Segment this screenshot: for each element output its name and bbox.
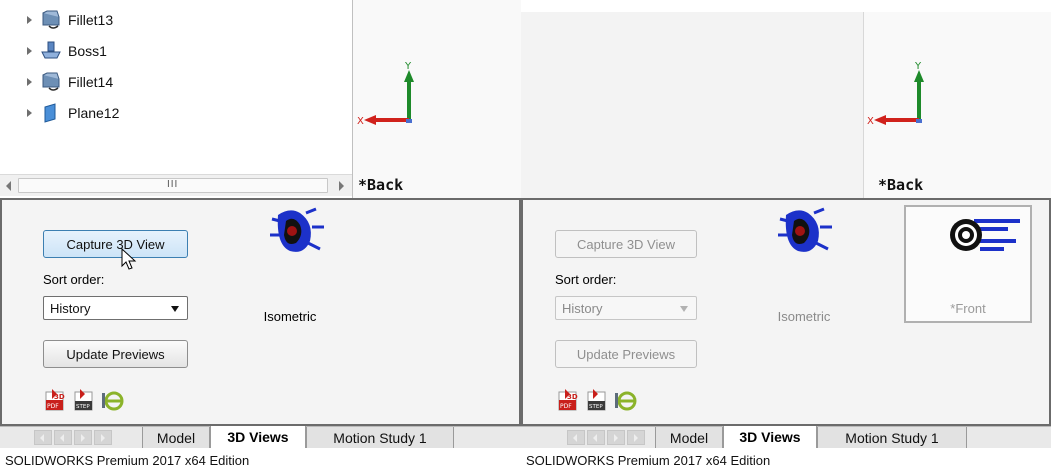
tab-model[interactable]: Model	[655, 427, 723, 449]
tree-item-label: Plane12	[68, 105, 120, 121]
update-previews-button[interactable]: Update Previews	[555, 340, 697, 368]
right-solidworks-window: Y X *Back Capture 3D View Sort order: Hi…	[521, 0, 1051, 473]
scroll-left-icon[interactable]	[6, 181, 11, 191]
view-orientation-label: *Back	[358, 176, 404, 194]
reference-triad: Y X	[867, 60, 937, 130]
tree-item-label: Fillet13	[68, 12, 114, 28]
view-thumbnail-caption: *Front	[950, 301, 986, 316]
last-tab-icon[interactable]	[627, 430, 645, 445]
tab-navigation	[567, 430, 645, 445]
plane-icon	[40, 102, 62, 124]
tree-item-fillet14[interactable]: Fillet14	[0, 67, 113, 97]
step-export-icon[interactable]: STEP	[585, 388, 609, 412]
x-axis-label: X	[867, 116, 874, 127]
reference-triad: Y X	[357, 60, 427, 130]
first-tab-icon[interactable]	[567, 430, 585, 445]
tree-item-label: Fillet14	[68, 74, 114, 90]
status-bar: SOLIDWORKS Premium 2017 x64 Edition	[521, 448, 1051, 473]
feature-tree: Fillet13 Boss1 Fillet14 Plane12 III	[0, 0, 352, 196]
step-export-icon[interactable]: STEP	[72, 388, 96, 412]
mouse-cursor-icon	[121, 248, 137, 270]
horizontal-scrollbar[interactable]: III	[0, 174, 352, 196]
graphics-viewport[interactable]: Y X *Back	[353, 0, 521, 198]
view-thumbnail-caption: Isometric	[777, 309, 831, 324]
sort-order-label: Sort order:	[43, 272, 105, 287]
fillet-icon	[40, 71, 62, 93]
expand-arrow-icon[interactable]	[26, 16, 34, 24]
view-thumbnail-caption: Isometric	[263, 309, 317, 324]
tab-navigation	[34, 430, 112, 445]
tree-item-fillet13[interactable]: Fillet13	[0, 5, 113, 35]
view-thumbnail-isometric[interactable]: Isometric	[230, 205, 350, 325]
fillet-icon	[40, 9, 62, 31]
scroll-right-icon[interactable]	[339, 181, 344, 191]
3d-views-panel: Capture 3D View Sort order: History Upda…	[521, 198, 1051, 426]
expand-arrow-icon[interactable]	[26, 109, 34, 117]
capture-3d-view-button[interactable]: Capture 3D View	[43, 230, 188, 258]
tab-3d-views[interactable]: 3D Views	[723, 426, 817, 449]
y-axis-label: Y	[914, 61, 922, 72]
expand-arrow-icon[interactable]	[26, 47, 34, 55]
graphics-viewport-empty[interactable]	[521, 12, 863, 198]
previous-tab-icon[interactable]	[587, 430, 605, 445]
scrollbar-thumb[interactable]: III	[18, 178, 328, 193]
tree-item-plane12[interactable]: Plane12	[0, 98, 119, 128]
bottom-tab-bar: Model 3D Views Motion Study 1	[0, 426, 521, 449]
chevron-down-icon	[171, 306, 179, 312]
svg-text:PDF: PDF	[560, 403, 572, 410]
tab-motion-study-1[interactable]: Motion Study 1	[306, 427, 454, 449]
tab-motion-study-1[interactable]: Motion Study 1	[817, 427, 967, 449]
y-axis-label: Y	[404, 61, 412, 72]
expand-arrow-icon[interactable]	[26, 78, 34, 86]
tab-model[interactable]: Model	[142, 427, 210, 449]
sort-order-select[interactable]: History	[555, 296, 697, 320]
next-tab-icon[interactable]	[607, 430, 625, 445]
sort-order-label: Sort order:	[555, 272, 617, 287]
view-orientation-label: *Back	[878, 176, 924, 194]
view-thumbnail-isometric[interactable]: Isometric	[744, 205, 864, 325]
edrawings-icon[interactable]	[613, 388, 637, 412]
boss-extrude-icon	[40, 40, 62, 62]
left-solidworks-window: Fillet13 Boss1 Fillet14 Plane12 III Y X …	[0, 0, 521, 473]
first-tab-icon[interactable]	[34, 430, 52, 445]
edrawings-icon[interactable]	[100, 388, 124, 412]
view-thumbnail-front[interactable]: *Front	[904, 205, 1032, 323]
next-tab-icon[interactable]	[74, 430, 92, 445]
3d-pdf-icon[interactable]: 3D PDF	[44, 388, 68, 412]
bottom-tab-bar: Model 3D Views Motion Study 1	[521, 426, 1051, 449]
tree-item-label: Boss1	[68, 43, 107, 59]
svg-text:STEP: STEP	[589, 404, 603, 410]
sort-order-select[interactable]: History	[43, 296, 188, 320]
graphics-viewport[interactable]: Y X *Back	[864, 12, 1051, 198]
svg-text:PDF: PDF	[47, 403, 59, 410]
tab-3d-views[interactable]: 3D Views	[210, 426, 306, 449]
isometric-part-preview	[270, 207, 324, 252]
tree-item-boss1[interactable]: Boss1	[0, 36, 107, 66]
3d-views-panel: Capture 3D View Sort order: History Upda…	[0, 198, 521, 426]
update-previews-button[interactable]: Update Previews	[43, 340, 188, 368]
x-axis-label: X	[357, 116, 364, 127]
status-bar: SOLIDWORKS Premium 2017 x64 Edition	[0, 448, 521, 473]
isometric-part-preview	[778, 207, 832, 252]
3d-pdf-icon[interactable]: 3D PDF	[557, 388, 581, 412]
svg-text:STEP: STEP	[76, 404, 90, 410]
previous-tab-icon[interactable]	[54, 430, 72, 445]
front-part-preview	[950, 219, 1020, 251]
chevron-down-icon	[680, 306, 688, 312]
capture-3d-view-button[interactable]: Capture 3D View	[555, 230, 697, 258]
last-tab-icon[interactable]	[94, 430, 112, 445]
